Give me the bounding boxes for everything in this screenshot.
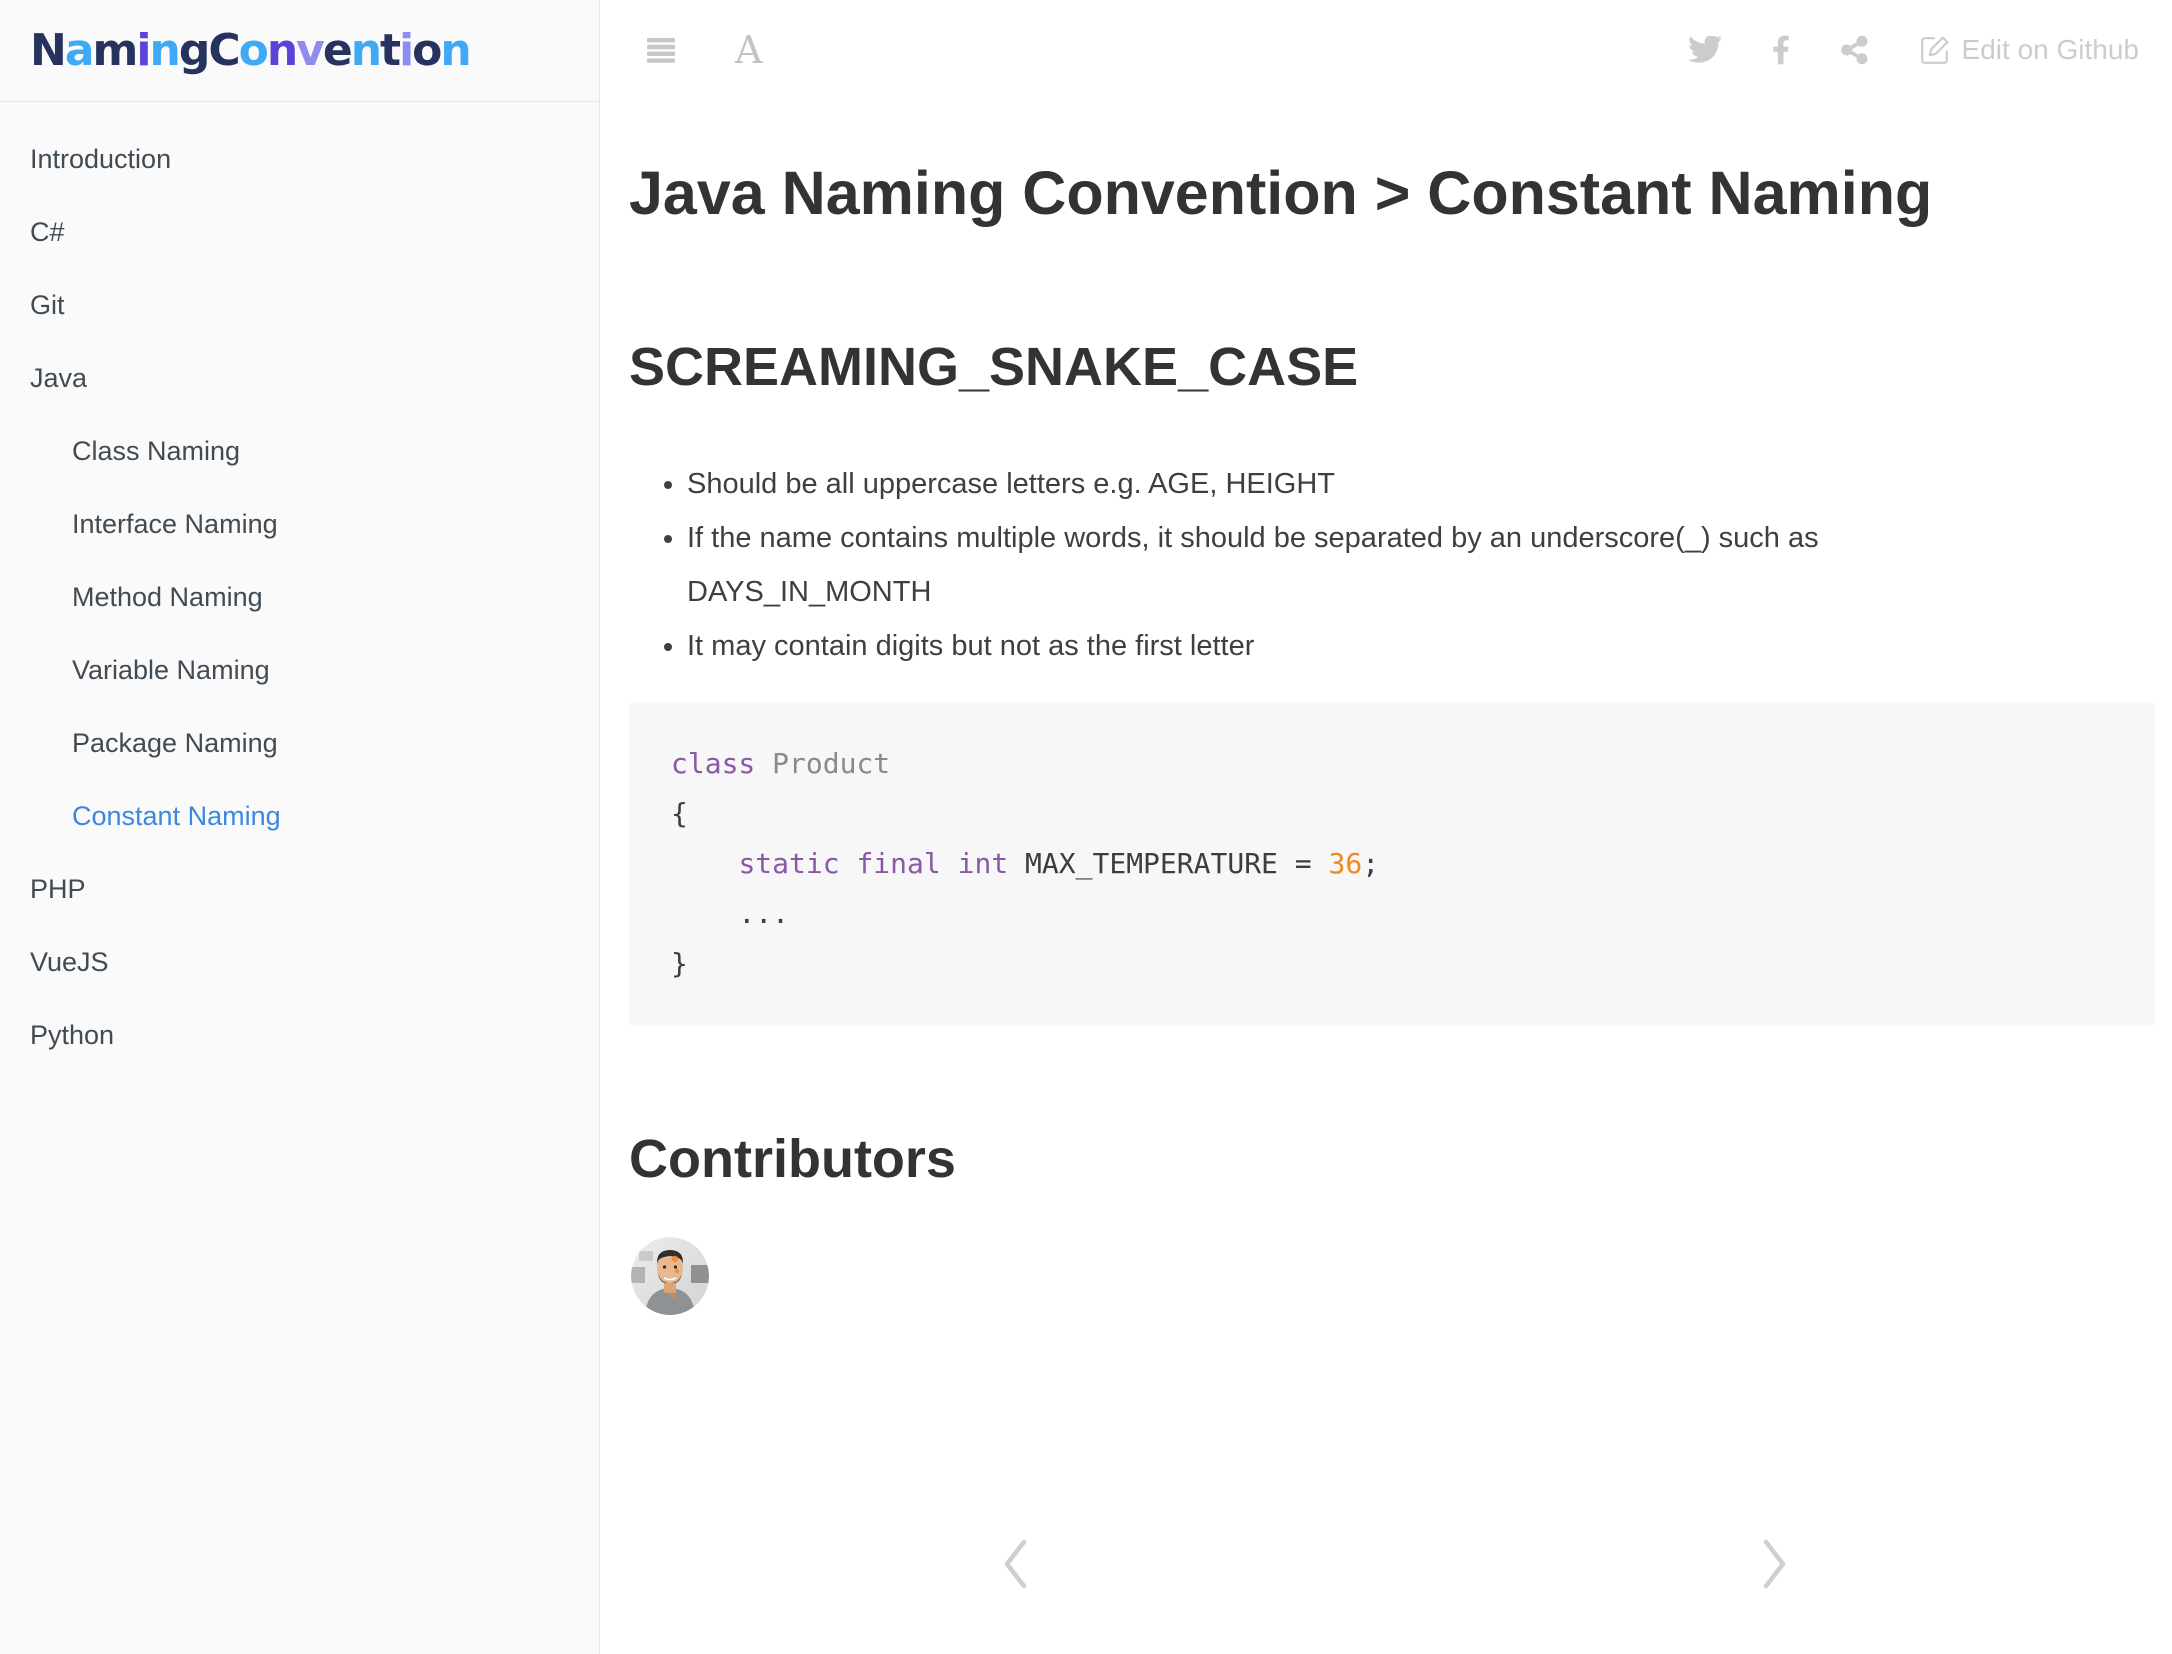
toolbar-right: Edit on Github — [1688, 34, 2139, 66]
logo-letter: n — [267, 25, 296, 76]
sidebar: NamingConvention IntroductionC#GitJavaCl… — [0, 0, 600, 1654]
sidebar-item-class-naming[interactable]: Class Naming — [0, 415, 599, 488]
logo-letter: t — [380, 25, 399, 76]
logo[interactable]: NamingConvention — [30, 25, 470, 76]
sidebar-item-interface-naming[interactable]: Interface Naming — [0, 488, 599, 561]
section-heading: SCREAMING_SNAKE_CASE — [629, 334, 2155, 400]
facebook-icon[interactable] — [1772, 34, 1790, 66]
code-line: ... — [671, 889, 2113, 939]
logo-letter: C — [208, 25, 238, 76]
logo-letter: v — [296, 25, 323, 76]
bullet-item: Should be all uppercase letters e.g. AGE… — [687, 457, 2047, 511]
sidebar-item-python[interactable]: Python — [0, 999, 599, 1072]
logo-letter: o — [239, 25, 267, 76]
code-line: class Product — [671, 739, 2113, 789]
sidebar-item-c[interactable]: C# — [0, 196, 599, 269]
logo-letter: g — [179, 25, 209, 76]
sidebar-item-introduction[interactable]: Introduction — [0, 123, 599, 196]
code-line: { — [671, 789, 2113, 839]
bullet-item: It may contain digits but not as the fir… — [687, 619, 2047, 673]
bullet-item: If the name contains multiple words, it … — [687, 511, 2047, 619]
logo-letter: n — [149, 25, 178, 76]
sidebar-item-constant-naming[interactable]: Constant Naming — [0, 780, 599, 853]
chevron-right-icon — [1762, 1538, 1788, 1590]
logo-letter: i — [136, 25, 149, 76]
sidebar-item-variable-naming[interactable]: Variable Naming — [0, 634, 599, 707]
logo-letter: m — [93, 25, 137, 76]
main-area: A — [600, 0, 2172, 1654]
prev-page-button[interactable] — [985, 1534, 1045, 1594]
page-title: Java Naming Convention > Constant Naming — [629, 156, 2155, 230]
chevron-left-icon — [1002, 1538, 1028, 1590]
twitter-icon[interactable] — [1688, 36, 1722, 64]
bullet-list: Should be all uppercase letters e.g. AGE… — [629, 457, 2155, 673]
share-icon[interactable] — [1840, 35, 1870, 65]
logo-letter: e — [323, 25, 351, 76]
edit-on-github-link[interactable]: Edit on Github — [1920, 34, 2139, 66]
toolbar: A — [600, 0, 2172, 100]
logo-letter: N — [30, 25, 65, 76]
logo-letter: a — [65, 25, 93, 76]
sidebar-item-php[interactable]: PHP — [0, 853, 599, 926]
menu-icon[interactable] — [647, 38, 675, 63]
contributor-avatar[interactable] — [631, 1237, 709, 1315]
sidebar-item-git[interactable]: Git — [0, 269, 599, 342]
sidebar-nav: IntroductionC#GitJavaClass NamingInterfa… — [0, 102, 599, 1072]
next-page-button[interactable] — [1745, 1534, 1805, 1594]
logo-letter: n — [440, 25, 469, 76]
edit-on-github-label: Edit on Github — [1962, 34, 2139, 66]
code-line: static final int MAX_TEMPERATURE = 36; — [671, 839, 2113, 889]
edit-icon — [1920, 35, 1950, 65]
font-settings-icon[interactable]: A — [735, 28, 762, 72]
page-content: Java Naming Convention > Constant Naming… — [600, 156, 2172, 1315]
logo-letter: i — [399, 25, 412, 76]
sidebar-item-package-naming[interactable]: Package Naming — [0, 707, 599, 780]
sidebar-item-method-naming[interactable]: Method Naming — [0, 561, 599, 634]
app-root: NamingConvention IntroductionC#GitJavaCl… — [0, 0, 2172, 1654]
logo-letter: n — [351, 25, 380, 76]
sidebar-item-java[interactable]: Java — [0, 342, 599, 415]
logo-area: NamingConvention — [0, 0, 599, 102]
logo-letter: o — [412, 25, 440, 76]
sidebar-item-vuejs[interactable]: VueJS — [0, 926, 599, 999]
contributors-heading: Contributors — [629, 1126, 2155, 1192]
code-block: class Product{ static final int MAX_TEMP… — [629, 702, 2155, 1026]
code-line: } — [671, 939, 2113, 989]
